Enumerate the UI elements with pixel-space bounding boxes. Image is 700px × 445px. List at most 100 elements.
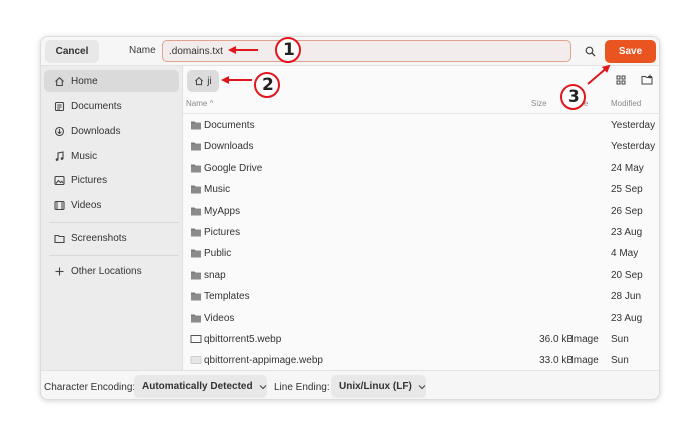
- file-row[interactable]: snap 20 Sep: [183, 265, 659, 286]
- name-label: Name: [129, 45, 156, 56]
- download-icon: [53, 125, 65, 137]
- new-folder-icon[interactable]: [641, 74, 653, 86]
- folder-icon: [53, 232, 65, 244]
- sidebar-item-screenshots[interactable]: Screenshots: [44, 227, 179, 249]
- encoding-value: Automatically Detected: [142, 381, 253, 392]
- column-header-name[interactable]: Name ^: [186, 99, 213, 108]
- sidebar-item-label: Home: [71, 75, 98, 87]
- file-modified: Sun: [611, 355, 629, 367]
- file-modified: Sun: [611, 334, 629, 345]
- folder-document-icon: [190, 119, 202, 131]
- file-row[interactable]: Videos 23 Aug: [183, 308, 659, 329]
- file-row[interactable]: Pictures 23 Aug: [183, 222, 659, 243]
- line-ending-dropdown[interactable]: Unix/Linux (LF): [331, 375, 426, 398]
- folder-icon: [190, 205, 202, 217]
- file-modified: 28 Jun: [611, 291, 642, 303]
- sidebar-item-label: Downloads: [71, 125, 121, 137]
- document-icon: [53, 100, 65, 112]
- picture-icon: [53, 174, 65, 186]
- file-name: Music: [204, 184, 231, 196]
- file-name: qbittorrent-appimage.webp: [204, 355, 323, 367]
- file-row[interactable]: Templates 28 Jun: [183, 286, 659, 307]
- cancel-button[interactable]: Cancel: [45, 40, 99, 63]
- grid-view-icon[interactable]: [615, 74, 627, 86]
- file-row[interactable]: Documents Yesterday: [183, 115, 659, 136]
- file-name: Public: [204, 248, 232, 260]
- dialog-header: Cancel Name .domains.txt Save: [41, 37, 659, 66]
- search-button[interactable]: [581, 42, 600, 61]
- search-icon: [585, 46, 596, 57]
- file-row[interactable]: qbittorrent-appimage.webp 33.0 kB Image Sun: [183, 350, 659, 371]
- folder-public-icon: [190, 247, 202, 259]
- annotation-number: 2: [262, 75, 274, 95]
- image-file-icon: [190, 333, 202, 345]
- file-row[interactable]: Google Drive 24 May: [183, 158, 659, 179]
- dialog-footer: Character Encoding: Automatically Detect…: [41, 370, 659, 399]
- music-icon: [53, 150, 65, 162]
- file-name: MyApps: [204, 205, 241, 217]
- column-header-size[interactable]: Size: [531, 99, 547, 108]
- places-sidebar: Home Documents Downloads Music Pictures …: [41, 66, 183, 370]
- file-row[interactable]: qbittorrent5.webp 36.0 kB Image Sun: [183, 329, 659, 350]
- file-name: qbittorrent5.webp: [204, 334, 282, 345]
- annotation-number: 3: [568, 87, 580, 107]
- home-icon: [53, 75, 65, 87]
- breadcrumb-home[interactable]: ji: [187, 70, 219, 92]
- filename-input[interactable]: .domains.txt: [162, 40, 571, 62]
- file-row[interactable]: Downloads Yesterday: [183, 136, 659, 157]
- line-ending-label: Line Ending:: [274, 382, 330, 393]
- video-icon: [53, 199, 65, 211]
- file-size: 33.0 kB: [539, 355, 573, 367]
- sidebar-item-label: Music: [71, 150, 98, 162]
- folder-template-icon: [190, 290, 202, 302]
- folder-icon: [190, 162, 202, 174]
- home-icon: [195, 76, 204, 86]
- file-row[interactable]: Music 25 Sep: [183, 179, 659, 200]
- save-file-dialog: Cancel Name .domains.txt Save Home Docum…: [40, 36, 660, 400]
- annotation-number: 1: [283, 40, 295, 60]
- line-ending-value: Unix/Linux (LF): [339, 381, 412, 392]
- sidebar-item-label: Other Locations: [71, 265, 142, 277]
- file-name: Documents: [204, 120, 255, 131]
- encoding-dropdown[interactable]: Automatically Detected: [134, 375, 267, 398]
- file-row[interactable]: MyApps 26 Sep: [183, 201, 659, 222]
- column-header-modified[interactable]: Modified: [611, 99, 641, 108]
- file-modified: 24 May: [611, 162, 644, 174]
- sidebar-divider: [49, 255, 179, 256]
- chevron-down-icon: [259, 384, 266, 389]
- file-modified: Yesterday: [611, 141, 656, 153]
- file-modified: 23 Aug: [611, 312, 643, 324]
- file-size: 36.0 kB: [539, 334, 573, 345]
- sidebar-item-label: Videos: [71, 199, 102, 211]
- chevron-down-icon: [418, 384, 426, 389]
- sidebar-item-documents[interactable]: Documents: [44, 95, 179, 117]
- file-modified: 23 Aug: [611, 227, 643, 238]
- folder-music-icon: [190, 183, 202, 195]
- sidebar-item-pictures[interactable]: Pictures: [44, 169, 179, 191]
- sidebar-item-other-locations[interactable]: Other Locations: [44, 260, 179, 282]
- file-modified: Yesterday: [611, 120, 656, 131]
- breadcrumb-label: ji: [207, 75, 212, 87]
- sidebar-item-label: Screenshots: [71, 232, 127, 244]
- file-modified: 4 May: [611, 248, 639, 260]
- file-name: Downloads: [204, 141, 254, 153]
- sidebar-item-label: Pictures: [71, 174, 108, 186]
- sidebar-item-downloads[interactable]: Downloads: [44, 120, 179, 142]
- sidebar-item-music[interactable]: Music: [44, 145, 179, 167]
- file-name: Templates: [204, 291, 250, 303]
- file-type: Image: [571, 334, 599, 345]
- file-name: Videos: [204, 312, 235, 324]
- sidebar-item-home[interactable]: Home: [44, 70, 179, 92]
- file-name: Pictures: [204, 227, 241, 238]
- file-modified: 25 Sep: [611, 184, 643, 196]
- folder-picture-icon: [190, 226, 202, 238]
- file-browser: ji Name ^ Size Type Modified Documents Ye…: [183, 66, 659, 371]
- file-name: snap: [204, 269, 226, 281]
- image-file-icon: [190, 354, 202, 366]
- plus-icon: [53, 265, 65, 277]
- header-divider: [183, 113, 659, 114]
- save-button[interactable]: Save: [605, 40, 656, 63]
- file-type: Image: [571, 355, 599, 367]
- file-row[interactable]: Public 4 May: [183, 243, 659, 264]
- sidebar-item-videos[interactable]: Videos: [44, 194, 179, 216]
